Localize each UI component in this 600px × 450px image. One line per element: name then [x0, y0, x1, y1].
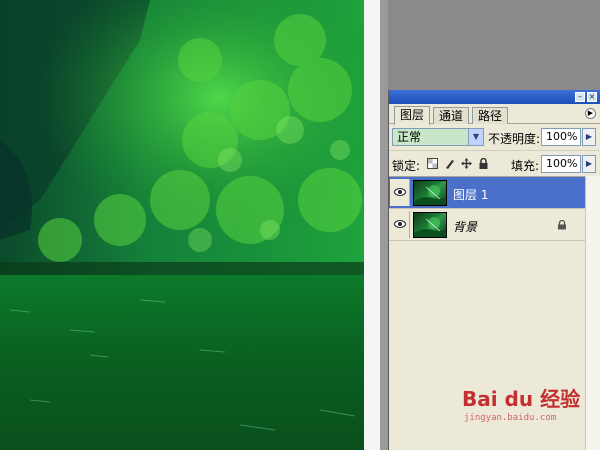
- palette-menu-icon[interactable]: ▶: [585, 108, 596, 119]
- opacity-slider-button[interactable]: ▶: [582, 128, 596, 146]
- fill-input[interactable]: 100%: [541, 155, 581, 173]
- tab-paths[interactable]: 路径: [472, 107, 509, 124]
- minimize-icon[interactable]: –: [575, 92, 585, 102]
- layer-thumbnail: [413, 180, 447, 206]
- opacity-input[interactable]: 100%: [541, 128, 581, 146]
- blend-row: 正常 ▼ 不透明度: 100% ▶: [389, 124, 600, 150]
- layer-row-layer1[interactable]: 图层 1: [389, 177, 585, 209]
- fill-label: 填充:: [511, 159, 540, 173]
- eye-icon[interactable]: [390, 211, 410, 238]
- workspace-background: [388, 0, 600, 90]
- eye-icon[interactable]: [390, 179, 410, 206]
- lock-transparent-icon[interactable]: [427, 158, 438, 169]
- watermark-logo: Bai du 经验: [462, 387, 581, 411]
- layer-row-background[interactable]: 背景: [389, 209, 585, 241]
- palette-tabs: 图层 通道 路径 ▶: [389, 104, 600, 125]
- fill-slider-button[interactable]: ▶: [582, 155, 596, 173]
- blend-mode-value: 正常: [397, 130, 422, 144]
- canvas-image[interactable]: [0, 0, 364, 450]
- layer-name: 背景: [453, 220, 478, 234]
- tab-layers[interactable]: 图层: [394, 106, 431, 125]
- close-icon[interactable]: ×: [587, 92, 597, 102]
- lock-label: 锁定:: [392, 159, 421, 173]
- baidu-watermark: Bai du 经验 jingyan.baidu.com: [462, 383, 592, 433]
- lock-icon: [557, 219, 567, 230]
- layer-thumbnail: [413, 212, 447, 238]
- lock-all-icon[interactable]: [478, 157, 489, 169]
- lock-move-icon[interactable]: [461, 158, 472, 169]
- layer-name: 图层 1: [453, 188, 489, 202]
- tab-channels[interactable]: 通道: [433, 107, 470, 124]
- canvas-border: [364, 0, 380, 450]
- workspace-divider: [380, 0, 388, 450]
- chevron-down-icon[interactable]: ▼: [468, 129, 483, 145]
- forest-river-photo: [0, 0, 364, 450]
- opacity-label: 不透明度:: [488, 132, 541, 146]
- lock-brush-icon[interactable]: [444, 158, 455, 169]
- lock-row: 锁定: 填充: 100% ▶: [389, 150, 600, 176]
- watermark-url: jingyan.baidu.com: [464, 413, 557, 423]
- palette-titlebar[interactable]: – ×: [389, 90, 600, 104]
- blend-mode-select[interactable]: 正常 ▼: [392, 128, 484, 146]
